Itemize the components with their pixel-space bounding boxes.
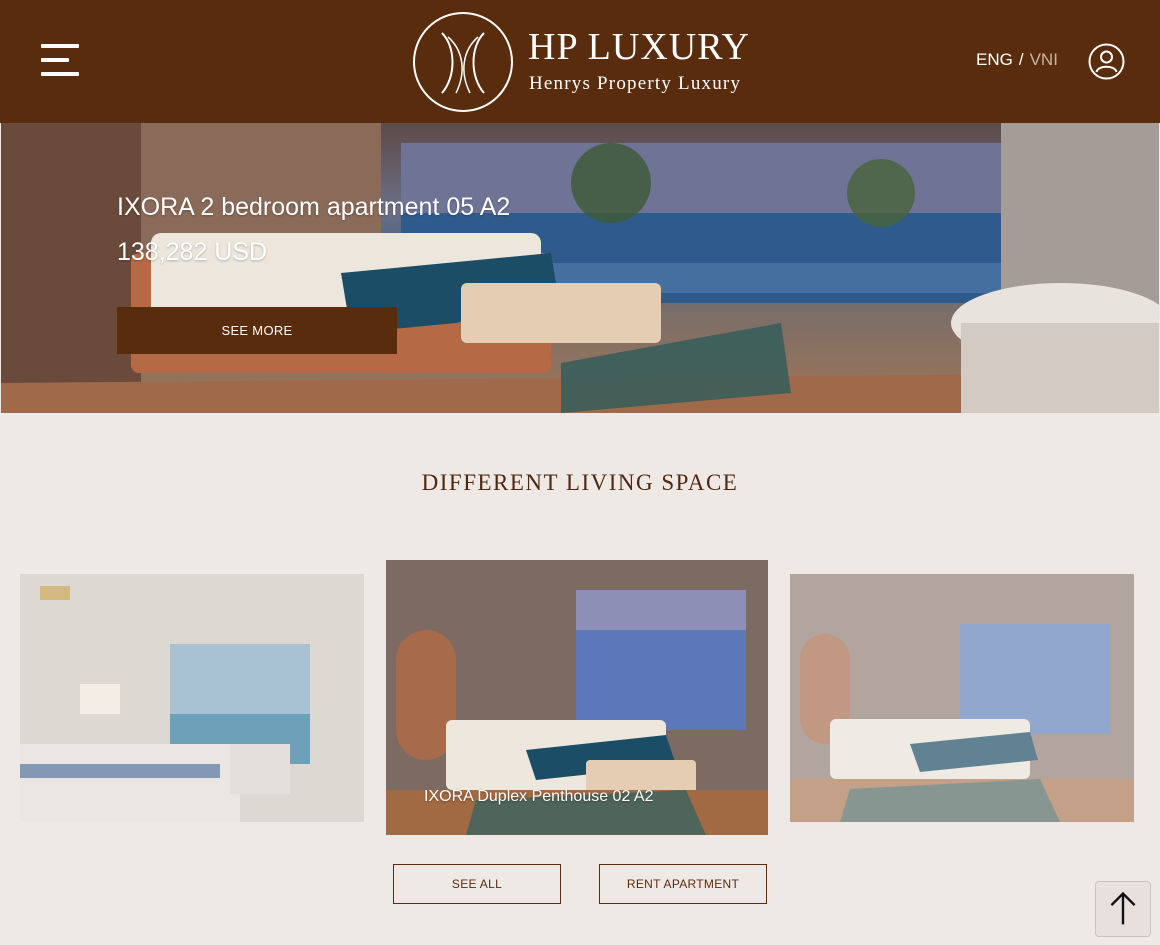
site-header: HP LUXURY Henrys Property Luxury ENG / VNI: [0, 0, 1160, 123]
site-logo[interactable]: HP LUXURY Henrys Property Luxury: [412, 11, 762, 113]
see-more-button[interactable]: SEE MORE: [117, 307, 397, 354]
see-all-button[interactable]: SEE ALL: [393, 864, 561, 904]
section-title: DIFFERENT LIVING SPACE: [421, 470, 739, 495]
user-account-icon[interactable]: [1088, 43, 1125, 80]
rent-apartment-button[interactable]: RENT APARTMENT: [599, 864, 767, 904]
apartment-caption: IXORA Duplex Penthouse 02 A2: [424, 788, 654, 805]
apartment-card[interactable]: [20, 574, 364, 822]
hero-bedroom-image: [1, 123, 1159, 413]
arrow-up-icon[interactable]: [1095, 881, 1151, 937]
lang-vni[interactable]: VNI: [1030, 50, 1058, 69]
hamburger-menu-icon[interactable]: [41, 44, 79, 78]
lang-separator: /: [1018, 50, 1024, 69]
logo-emblem-icon: [413, 12, 513, 112]
language-switcher: ENG / VNI: [976, 50, 1058, 72]
hero-banner: IXORA 2 bedroom apartment 05 A2 138,282 …: [1, 123, 1159, 413]
apartment-card[interactable]: IXORA Duplex Penthouse 02 A2: [386, 560, 768, 835]
apartment-card[interactable]: [790, 574, 1134, 822]
hero-price: 138,282 USD: [117, 238, 268, 266]
logo-subtitle: Henrys Property Luxury: [529, 73, 742, 94]
apartment-image: [20, 574, 364, 822]
lang-eng[interactable]: ENG: [976, 50, 1013, 69]
hero-title: IXORA 2 bedroom apartment 05 A2: [117, 193, 511, 221]
apartment-image: [790, 574, 1134, 822]
logo-title: HP LUXURY: [528, 26, 750, 68]
